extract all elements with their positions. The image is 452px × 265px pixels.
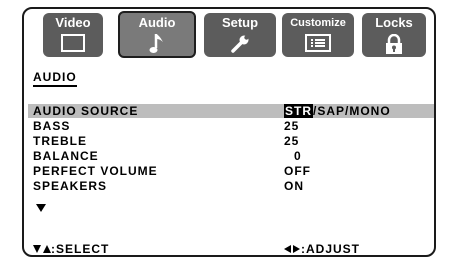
select-hint: :SELECT [33, 242, 109, 257]
select-label: :SELECT [51, 242, 110, 256]
up-down-arrows-icon [33, 243, 51, 257]
setting-value: 0 [294, 149, 302, 163]
music-note-icon [149, 33, 165, 60]
setting-label: AUDIO SOURCE [33, 104, 139, 118]
tab-customize[interactable]: Customize [282, 13, 354, 57]
tab-audio-label: Audio [138, 15, 176, 30]
tab-video-label: Video [55, 15, 91, 30]
other-options: /SAP/MONO [313, 104, 391, 118]
setting-row-perfect-volume[interactable]: PERFECT VOLUME OFF [28, 164, 434, 178]
tab-setup-label: Setup [221, 15, 259, 30]
setting-value: 25 [284, 119, 300, 133]
setting-row-speakers[interactable]: SPEAKERS ON [28, 179, 434, 193]
list-icon [305, 34, 331, 57]
setting-row-bass[interactable]: BASS 25 [28, 119, 434, 133]
tab-video[interactable]: Video [43, 13, 103, 57]
setting-value: ON [284, 179, 304, 193]
setting-row-audio-source[interactable]: AUDIO SOURCE STR/SAP/MONO [28, 104, 434, 118]
section-title: AUDIO [33, 71, 77, 87]
left-right-arrows-icon [283, 243, 301, 257]
setting-label: PERFECT VOLUME [33, 164, 158, 178]
setting-row-balance[interactable]: BALANCE 0 [28, 149, 434, 163]
setting-label: SPEAKERS [33, 179, 108, 193]
tab-setup[interactable]: Setup [204, 13, 276, 57]
tab-locks-label: Locks [375, 15, 413, 30]
setting-value: 25 [284, 134, 300, 148]
more-down-arrow-icon [36, 199, 46, 217]
screen-icon [61, 34, 85, 57]
setting-label: BALANCE [33, 149, 99, 163]
setting-label: TREBLE [33, 134, 87, 148]
setting-value: OFF [284, 164, 311, 178]
setting-label: BASS [33, 119, 71, 133]
adjust-label: :ADJUST [301, 242, 361, 256]
adjust-hint: :ADJUST [283, 242, 360, 257]
tab-audio[interactable]: Audio [118, 11, 196, 58]
wrench-icon [229, 34, 251, 59]
tab-locks[interactable]: Locks [362, 13, 426, 57]
selected-option: STR [284, 104, 313, 118]
padlock-icon [385, 33, 403, 59]
tab-customize-label: Customize [290, 17, 346, 29]
setting-row-treble[interactable]: TREBLE 25 [28, 134, 434, 148]
setting-value: STR/SAP/MONO [284, 104, 391, 118]
